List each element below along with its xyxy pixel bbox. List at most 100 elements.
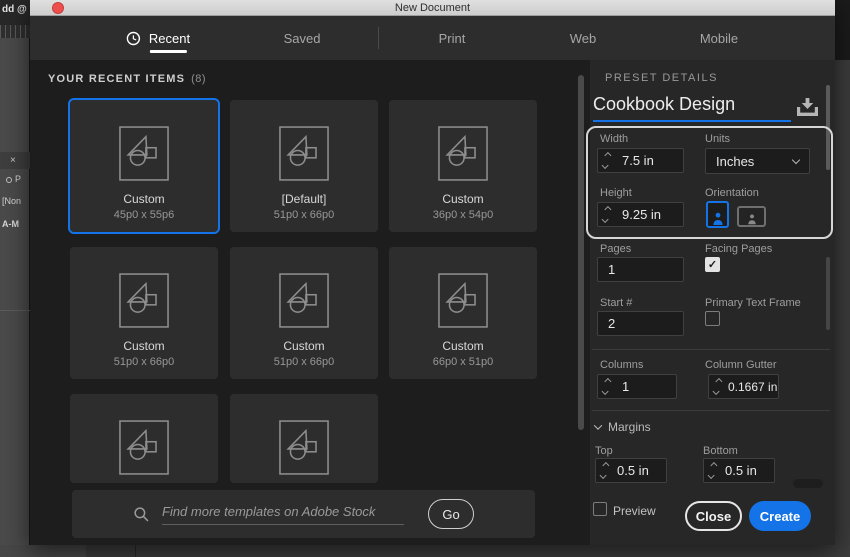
chevron-down-icon xyxy=(791,155,801,165)
orientation-label: Orientation xyxy=(705,187,759,199)
template-thumbnail-icon xyxy=(119,100,169,181)
dialog-titlebar: New Document xyxy=(30,0,835,16)
tab-label: Web xyxy=(569,30,597,46)
section-divider xyxy=(592,349,830,350)
template-thumbnail-icon xyxy=(119,394,169,475)
units-label: Units xyxy=(705,133,731,145)
tab-label: Recent xyxy=(148,30,191,46)
template-name: Custom xyxy=(123,339,165,353)
background-dark-top xyxy=(835,0,850,60)
template-card[interactable]: Custom 36p0 x 54p0 xyxy=(389,100,537,232)
orientation-landscape-button[interactable] xyxy=(737,206,766,227)
portrait-person-icon xyxy=(712,212,723,225)
document-name-input[interactable]: Cookbook Design xyxy=(593,94,791,115)
pages-field[interactable]: 1 xyxy=(597,257,684,282)
search-icon xyxy=(134,506,149,521)
template-name: Custom xyxy=(123,192,165,206)
tab-recent[interactable]: Recent xyxy=(126,16,190,60)
template-card[interactable]: Custom 66p0 x 51p0 xyxy=(389,247,537,379)
orientation-portrait-button[interactable] xyxy=(706,201,729,228)
template-card[interactable] xyxy=(70,394,218,483)
template-thumbnail-icon xyxy=(119,247,169,328)
facing-pages-label: Facing Pages xyxy=(705,243,773,255)
save-preset-download-icon[interactable] xyxy=(796,98,819,122)
template-card[interactable]: Custom 45p0 x 55p6 xyxy=(68,98,220,234)
template-card[interactable]: Custom 51p0 x 66p0 xyxy=(70,247,218,379)
columns-stepper[interactable] xyxy=(598,375,614,398)
template-dimensions: 66p0 x 51p0 xyxy=(432,356,494,368)
panel-seam xyxy=(0,310,30,311)
clock-icon xyxy=(126,31,141,45)
pages-label: Pages xyxy=(600,243,632,255)
dialog-title: New Document xyxy=(394,2,471,14)
height-field[interactable]: 9.25 in xyxy=(597,202,684,227)
create-button[interactable]: Create xyxy=(749,501,811,531)
template-thumbnail-icon xyxy=(279,100,329,181)
width-field[interactable]: 7.5 in xyxy=(597,148,684,173)
preset-details-pane: PRESET DETAILS Cookbook Design Width 7.5… xyxy=(586,60,835,545)
start-number-field[interactable]: 2 xyxy=(597,311,684,336)
background-app-titlebar: dd @ xyxy=(0,0,30,25)
tab-label: Print xyxy=(438,30,466,46)
template-card[interactable]: [Default] 51p0 x 66p0 xyxy=(230,100,378,232)
margin-top-stepper[interactable] xyxy=(596,459,612,482)
preset-details-header: PRESET DETAILS xyxy=(605,72,718,84)
tab-web[interactable]: Web xyxy=(570,16,597,60)
background-app-left-strip: dd @ × P [Non A-M xyxy=(0,0,30,557)
height-value: 9.25 in xyxy=(622,207,662,222)
column-gutter-label: Column Gutter xyxy=(705,359,777,371)
template-card[interactable]: Custom 51p0 x 66p0 xyxy=(230,247,378,379)
close-button[interactable]: Close xyxy=(685,501,742,531)
width-label: Width xyxy=(600,133,629,145)
go-button[interactable]: Go xyxy=(428,499,474,529)
margins-label: Margins xyxy=(608,420,651,434)
category-tabbar: Recent Saved Print Web Mobile xyxy=(30,16,835,60)
recent-items-pane: YOUR RECENT ITEMS (8) Custom 45p0 x 55p6 … xyxy=(30,60,590,545)
primary-text-frame-checkbox[interactable] xyxy=(705,311,720,326)
screen: dd @ × P [Non A-M New Document Recent Sa… xyxy=(0,0,850,557)
background-ruler xyxy=(0,25,30,38)
tab-print[interactable]: Print xyxy=(439,16,466,60)
templates-scrollbar[interactable] xyxy=(578,75,584,430)
height-stepper[interactable] xyxy=(598,203,614,226)
start-number-value: 2 xyxy=(608,316,616,331)
template-name: Custom xyxy=(283,339,325,353)
tab-label: Mobile xyxy=(699,30,739,46)
margin-top-field[interactable]: 0.5 in xyxy=(595,458,667,483)
active-tab-underline xyxy=(149,50,187,53)
units-value: Inches xyxy=(716,153,755,169)
template-dimensions: 51p0 x 66p0 xyxy=(273,356,335,368)
column-gutter-stepper[interactable] xyxy=(709,375,725,398)
recent-items-header: YOUR RECENT ITEMS (8) xyxy=(48,73,207,85)
columns-field[interactable]: 1 xyxy=(597,374,677,399)
name-input-underline xyxy=(593,120,791,122)
bottom-strip-tick xyxy=(135,545,136,557)
column-gutter-field[interactable]: 0.1667 in xyxy=(708,374,779,399)
margin-bottom-stepper[interactable] xyxy=(704,459,720,482)
column-gutter-value: 0.1667 in xyxy=(728,379,778,394)
width-stepper[interactable] xyxy=(598,149,614,172)
template-dimensions: 51p0 x 66p0 xyxy=(273,209,335,221)
units-select[interactable]: Inches xyxy=(705,148,810,174)
margin-bottom-field[interactable]: 0.5 in xyxy=(703,458,775,483)
landscape-person-icon xyxy=(747,214,756,225)
preset-scrollbar[interactable] xyxy=(826,85,830,170)
stock-search-input[interactable] xyxy=(162,503,404,525)
tab-mobile[interactable]: Mobile xyxy=(700,16,738,60)
template-thumbnail-icon xyxy=(279,247,329,328)
tab-saved[interactable]: Saved xyxy=(284,16,321,60)
tab-label: Saved xyxy=(283,30,321,46)
height-label: Height xyxy=(600,187,632,199)
facing-pages-checkbox[interactable] xyxy=(705,257,720,272)
template-dimensions: 51p0 x 66p0 xyxy=(113,356,175,368)
template-name: [Default] xyxy=(281,192,327,206)
width-value: 7.5 in xyxy=(622,153,654,168)
background-app-bottom-strip xyxy=(0,545,850,557)
scroll-corner xyxy=(793,479,823,488)
template-dimensions: 45p0 x 55p6 xyxy=(113,209,175,221)
preview-checkbox[interactable] xyxy=(593,502,607,516)
template-card[interactable] xyxy=(230,394,378,483)
template-name: Custom xyxy=(442,192,484,206)
margins-section-toggle[interactable]: Margins xyxy=(593,420,651,434)
columns-label: Columns xyxy=(600,359,644,371)
